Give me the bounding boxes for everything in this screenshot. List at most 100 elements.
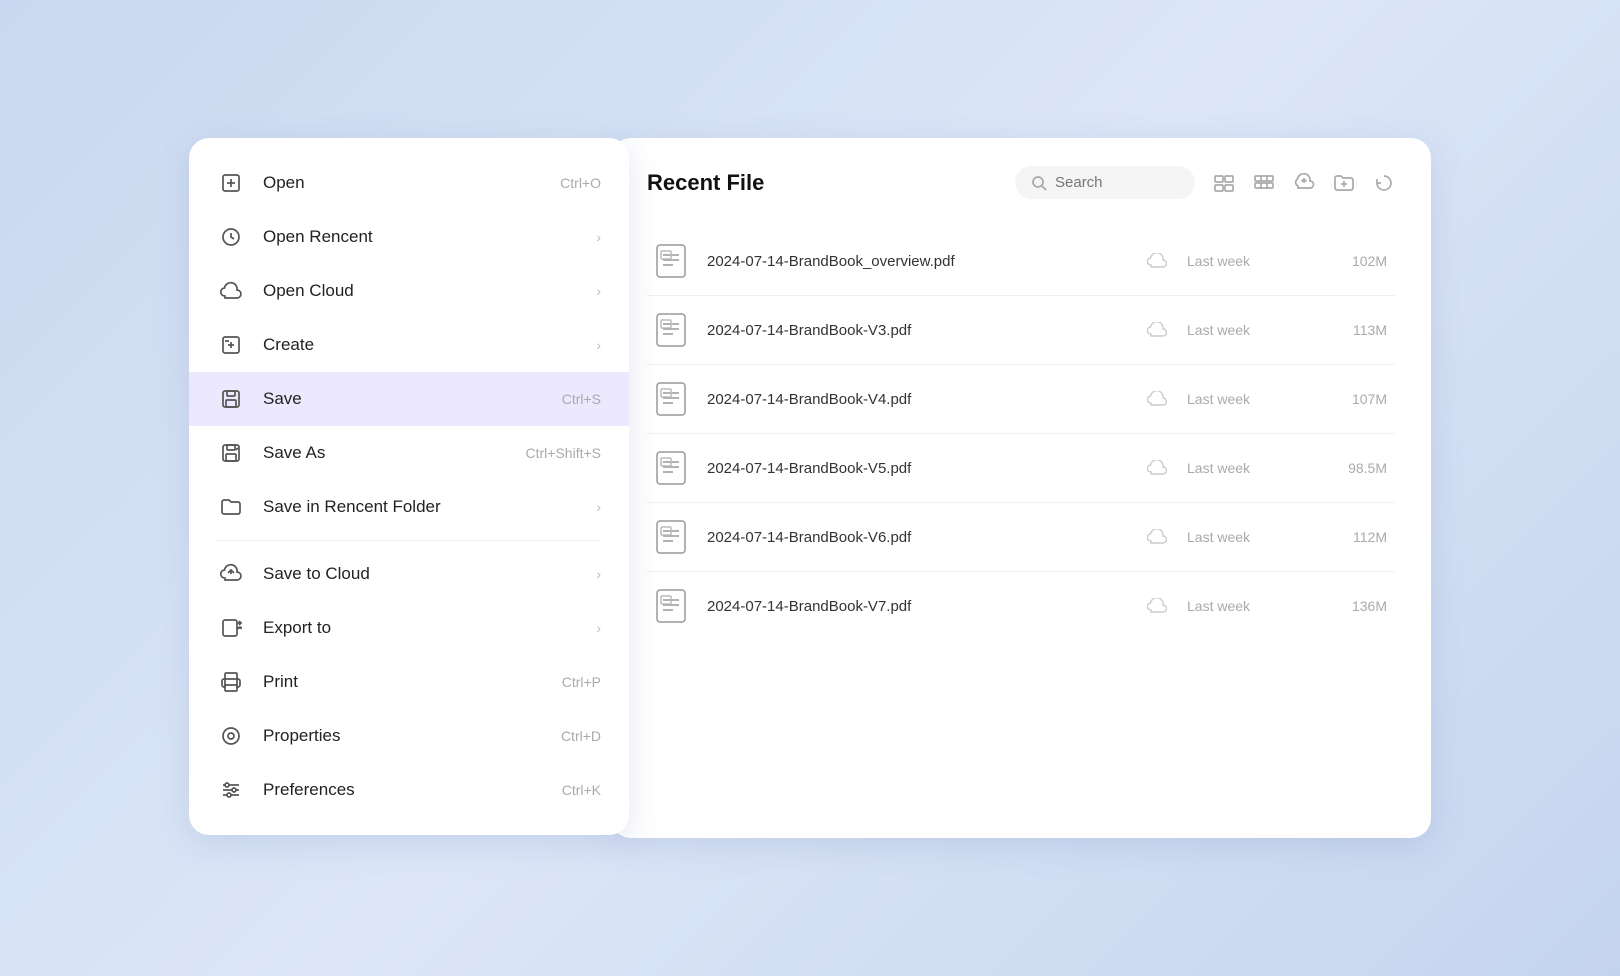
chevron-right-icon-6: › xyxy=(596,620,601,636)
search-bar[interactable] xyxy=(1015,166,1195,199)
chevron-right-icon-4: › xyxy=(596,499,601,515)
menu-label-open: Open xyxy=(263,173,552,193)
grid-view-icon[interactable] xyxy=(1253,172,1275,194)
menu-shortcut-save: Ctrl+S xyxy=(562,391,601,407)
chevron-right-icon-3: › xyxy=(596,337,601,353)
menu-label-export-to: Export to xyxy=(263,618,588,638)
file-size: 98.5M xyxy=(1307,460,1387,476)
file-name: 2024-07-14-BrandBook-V3.pdf xyxy=(707,322,1137,339)
file-size: 136M xyxy=(1307,598,1387,614)
file-size: 107M xyxy=(1307,391,1387,407)
menu-item-preferences[interactable]: Preferences Ctrl+K xyxy=(189,763,629,817)
menu-shortcut-open: Ctrl+O xyxy=(560,175,601,191)
save-as-icon xyxy=(217,439,245,467)
refresh-icon[interactable] xyxy=(1373,172,1395,194)
menu-label-save: Save xyxy=(263,389,554,409)
file-name: 2024-07-14-BrandBook-V6.pdf xyxy=(707,529,1137,546)
chevron-right-icon-2: › xyxy=(596,283,601,299)
file-name: 2024-07-14-BrandBook_overview.pdf xyxy=(707,253,1137,270)
menu-shortcut-print: Ctrl+P xyxy=(562,674,601,690)
menu-item-create[interactable]: Create › xyxy=(189,318,629,372)
search-icon xyxy=(1031,175,1047,191)
menu-shortcut-preferences: Ctrl+K xyxy=(562,782,601,798)
create-icon xyxy=(217,331,245,359)
file-date: Last week xyxy=(1187,391,1307,407)
file-list: 2024-07-14-BrandBook_overview.pdf Last w… xyxy=(647,227,1395,640)
menu-item-save-as[interactable]: Save As Ctrl+Shift+S xyxy=(189,426,629,480)
menu-label-properties: Properties xyxy=(263,726,553,746)
file-icon xyxy=(655,519,691,555)
menu-item-open-recent[interactable]: Open Rencent › xyxy=(189,210,629,264)
save-icon xyxy=(217,385,245,413)
table-row[interactable]: 2024-07-14-BrandBook-V7.pdf Last week 13… xyxy=(647,572,1395,640)
open-icon xyxy=(217,169,245,197)
menu-item-save-to-cloud[interactable]: Save to Cloud › xyxy=(189,547,629,601)
cloud-sync-icon xyxy=(1147,460,1167,476)
file-name: 2024-07-14-BrandBook-V7.pdf xyxy=(707,598,1137,615)
file-date: Last week xyxy=(1187,529,1307,545)
menu-shortcut-save-as: Ctrl+Shift+S xyxy=(526,445,601,461)
table-row[interactable]: 2024-07-14-BrandBook-V3.pdf Last week 11… xyxy=(647,296,1395,365)
table-row[interactable]: 2024-07-14-BrandBook_overview.pdf Last w… xyxy=(647,227,1395,296)
print-icon xyxy=(217,668,245,696)
properties-icon xyxy=(217,722,245,750)
file-name: 2024-07-14-BrandBook-V5.pdf xyxy=(707,460,1137,477)
menu-item-properties[interactable]: Properties Ctrl+D xyxy=(189,709,629,763)
file-icon xyxy=(655,450,691,486)
file-size: 102M xyxy=(1307,253,1387,269)
file-icon xyxy=(655,588,691,624)
menu-label-preferences: Preferences xyxy=(263,780,554,800)
menu-item-open-cloud[interactable]: Open Cloud › xyxy=(189,264,629,318)
menu-label-save-to-cloud: Save to Cloud xyxy=(263,564,588,584)
cloud-sync-icon xyxy=(1147,253,1167,269)
file-icon xyxy=(655,381,691,417)
cloud-sync-icon xyxy=(1147,322,1167,338)
search-input[interactable] xyxy=(1055,174,1179,191)
table-row[interactable]: 2024-07-14-BrandBook-V6.pdf Last week 11… xyxy=(647,503,1395,572)
menu-label-save-as: Save As xyxy=(263,443,518,463)
table-row[interactable]: 2024-07-14-BrandBook-V5.pdf Last week 98… xyxy=(647,434,1395,503)
file-date: Last week xyxy=(1187,598,1307,614)
menu-item-print[interactable]: Print Ctrl+P xyxy=(189,655,629,709)
menu-item-open[interactable]: Open Ctrl+O xyxy=(189,156,629,210)
file-panel-header: Recent File xyxy=(647,166,1395,199)
cloud-icon xyxy=(217,277,245,305)
list-view-icon[interactable] xyxy=(1213,172,1235,194)
file-date: Last week xyxy=(1187,322,1307,338)
add-folder-icon[interactable] xyxy=(1333,172,1355,194)
menu-panel: Open Ctrl+O Open Rencent › Open Cloud › xyxy=(189,138,629,835)
menu-label-print: Print xyxy=(263,672,554,692)
menu-item-save-in-recent[interactable]: Save in Rencent Folder › xyxy=(189,480,629,534)
file-size: 113M xyxy=(1307,322,1387,338)
file-panel: Recent File xyxy=(611,138,1431,838)
table-row[interactable]: 2024-07-14-BrandBook-V4.pdf Last week 10… xyxy=(647,365,1395,434)
page-title: Recent File xyxy=(647,170,1015,196)
chevron-right-icon-5: › xyxy=(596,566,601,582)
export-icon xyxy=(217,614,245,642)
upload-icon[interactable] xyxy=(1293,172,1315,194)
menu-label-save-in-recent: Save in Rencent Folder xyxy=(263,497,588,517)
menu-label-open-recent: Open Rencent xyxy=(263,227,588,247)
cloud-sync-icon xyxy=(1147,529,1167,545)
file-date: Last week xyxy=(1187,460,1307,476)
file-name: 2024-07-14-BrandBook-V4.pdf xyxy=(707,391,1137,408)
save-cloud-icon xyxy=(217,560,245,588)
folder-icon xyxy=(217,493,245,521)
file-icon xyxy=(655,312,691,348)
divider-1 xyxy=(217,540,601,541)
recent-icon xyxy=(217,223,245,251)
cloud-sync-icon xyxy=(1147,598,1167,614)
menu-label-create: Create xyxy=(263,335,588,355)
menu-shortcut-properties: Ctrl+D xyxy=(561,728,601,744)
app-container: Open Ctrl+O Open Rencent › Open Cloud › xyxy=(189,138,1431,838)
menu-item-save[interactable]: Save Ctrl+S xyxy=(189,372,629,426)
menu-item-export-to[interactable]: Export to › xyxy=(189,601,629,655)
preferences-icon xyxy=(217,776,245,804)
cloud-sync-icon xyxy=(1147,391,1167,407)
file-size: 112M xyxy=(1307,529,1387,545)
file-date: Last week xyxy=(1187,253,1307,269)
toolbar-icons xyxy=(1213,172,1395,194)
menu-label-open-cloud: Open Cloud xyxy=(263,281,588,301)
file-icon xyxy=(655,243,691,279)
chevron-right-icon: › xyxy=(596,229,601,245)
